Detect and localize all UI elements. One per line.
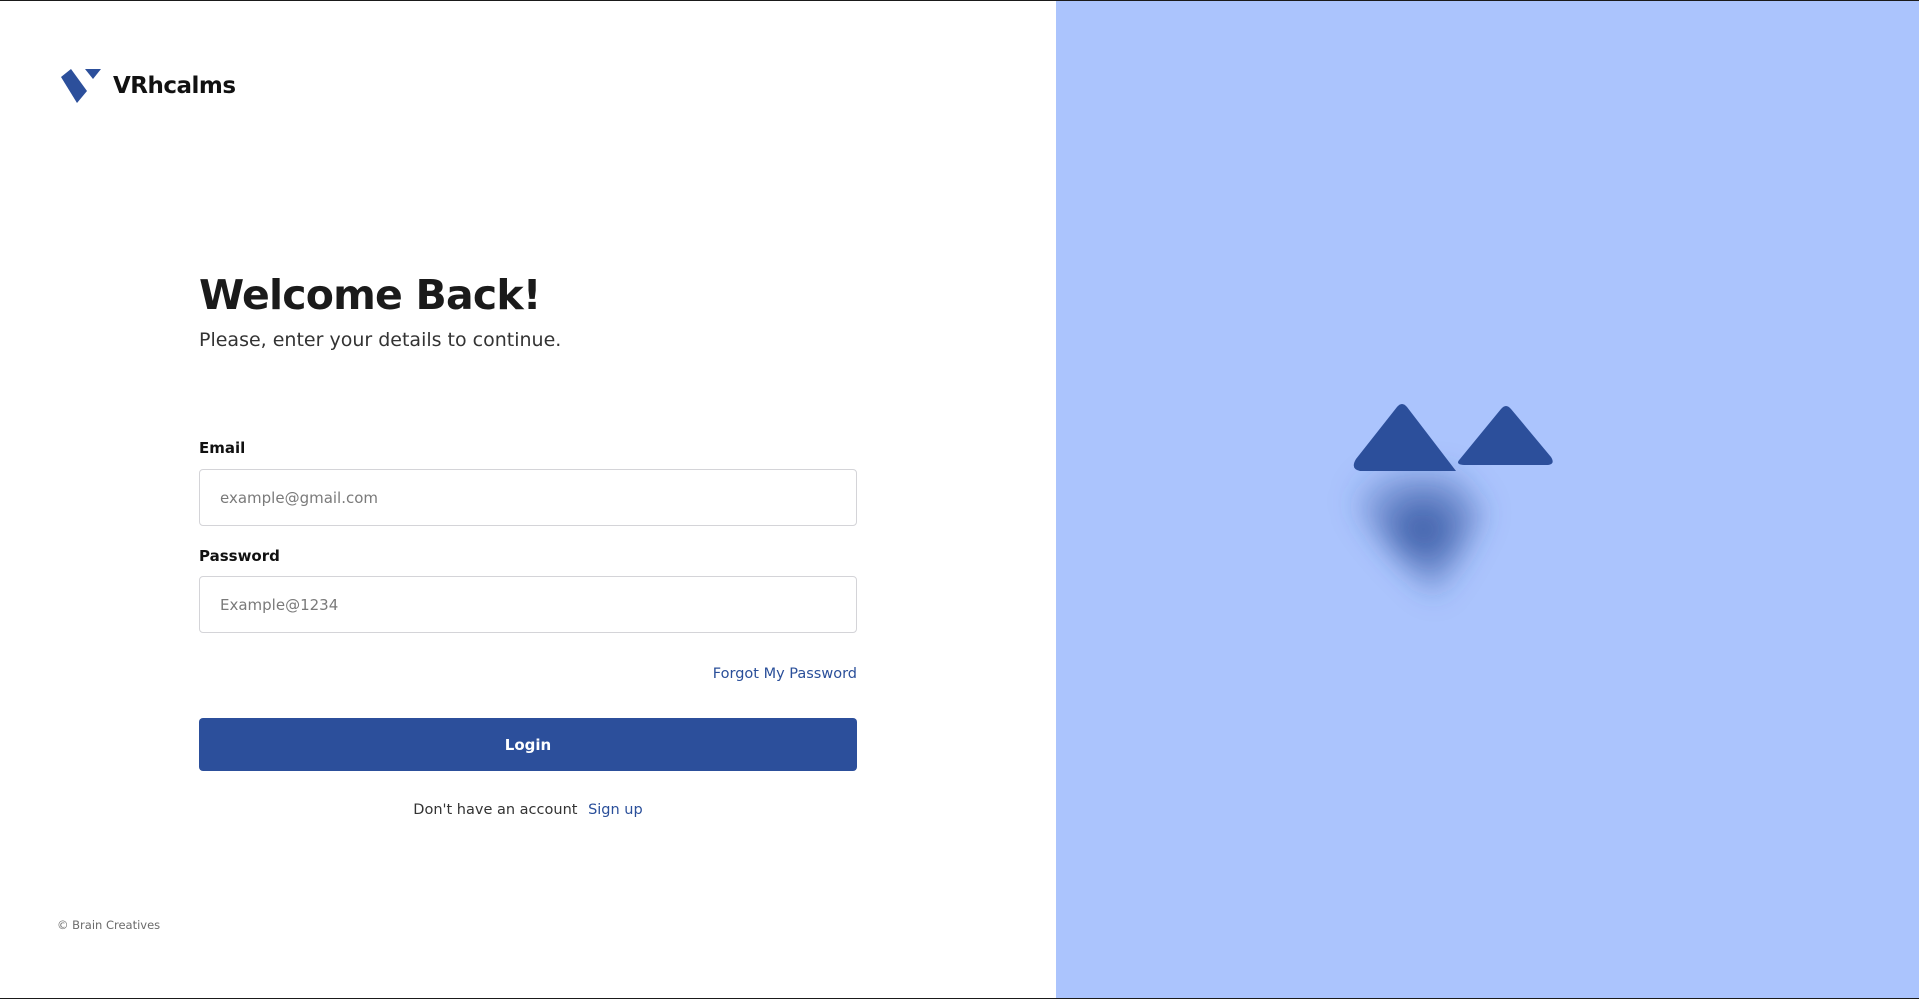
mountains-illustration-icon [1346, 404, 1553, 601]
page-subtitle: Please, enter your details to continue. [199, 329, 562, 351]
login-page: VRhcalms Welcome Back! Please, enter you… [0, 0, 1919, 999]
login-button[interactable]: Login [199, 718, 857, 771]
brand-name: VRhcalms [113, 73, 236, 99]
password-field[interactable] [199, 576, 857, 633]
password-label: Password [199, 547, 280, 565]
signup-link[interactable]: Sign up [588, 802, 643, 818]
brand: VRhcalms [61, 67, 236, 105]
email-field[interactable] [199, 469, 857, 526]
login-panel: VRhcalms Welcome Back! Please, enter you… [0, 1, 1056, 998]
page-title: Welcome Back! [199, 271, 541, 319]
vrh-logo-icon [61, 69, 101, 103]
signup-row: Don't have an account Sign up [199, 802, 857, 818]
email-label: Email [199, 439, 246, 457]
forgot-password-link[interactable]: Forgot My Password [713, 666, 857, 682]
hero-panel [1056, 1, 1919, 998]
signup-prompt: Don't have an account [413, 802, 578, 818]
copyright-footer: © Brain Creatives [57, 918, 161, 932]
